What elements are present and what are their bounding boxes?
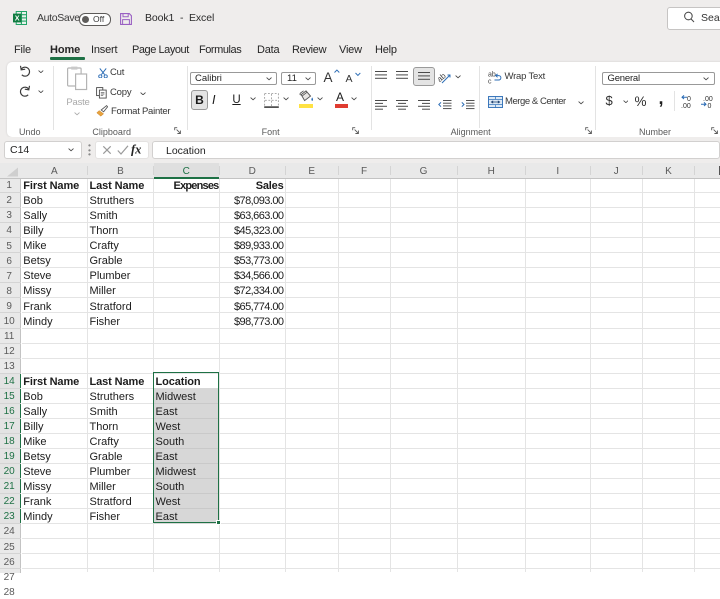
svg-text:X: X (15, 13, 20, 22)
svg-text:0: 0 (687, 96, 691, 103)
svg-text:fx: fx (131, 143, 141, 157)
svg-text:ab: ab (488, 71, 496, 78)
svg-text:A: A (346, 73, 353, 84)
svg-text:A: A (324, 70, 333, 84)
svg-text:c: c (488, 78, 492, 84)
svg-text:.00: .00 (703, 96, 713, 103)
svg-text:.00: .00 (681, 103, 691, 108)
svg-text:0: 0 (707, 103, 711, 108)
